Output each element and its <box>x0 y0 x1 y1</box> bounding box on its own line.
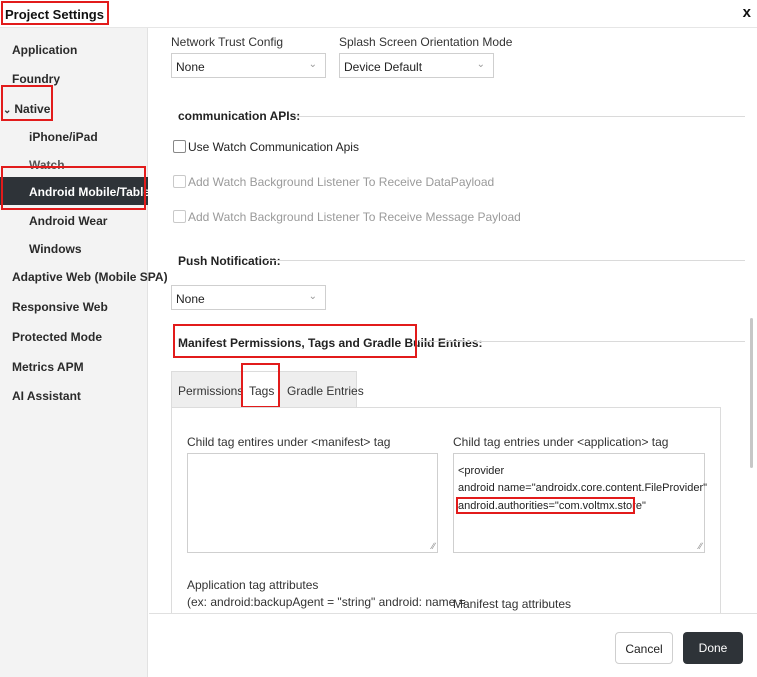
network-trust-value: None <box>176 60 205 74</box>
manifest-tag-attributes-label: Manifest tag attributes <box>453 597 572 611</box>
splash-orientation-select[interactable]: Device Default ⌄ <box>339 53 494 78</box>
sidebar-item-label: Metrics APM <box>12 360 84 374</box>
sidebar-item-label: Adaptive Web (Mobile SPA) <box>12 270 168 284</box>
network-trust-select[interactable]: None ⌄ <box>171 53 326 78</box>
checkbox-label: Add Watch Background Listener To Receive… <box>188 210 521 224</box>
communication-apis-heading: communication APIs: <box>178 109 301 123</box>
section-divider <box>265 260 745 261</box>
scrollbar-thumb[interactable] <box>750 318 753 468</box>
section-divider <box>419 341 745 342</box>
sidebar-item-label: Application <box>12 43 78 57</box>
highlight-native <box>1 85 53 121</box>
checkbox[interactable] <box>173 140 186 153</box>
sidebar-item-label: Windows <box>29 242 82 256</box>
sidebar-item-adaptive-web[interactable]: Adaptive Web (Mobile SPA) <box>0 262 168 290</box>
close-icon[interactable]: x <box>743 4 751 21</box>
sidebar-item-ai-assistant[interactable]: AI Assistant <box>0 381 148 409</box>
sidebar-item-label: Responsive Web <box>12 300 108 314</box>
sidebar-item-label: Android Wear <box>29 214 108 228</box>
highlight-authorities-line <box>456 497 635 514</box>
app-tag-attributes-label: Application tag attributes <box>187 578 319 592</box>
sidebar-item-iphone-ipad[interactable]: iPhone/iPad <box>0 122 148 150</box>
tags-panel: Child tag entires under <manifest> tag ∕… <box>171 407 721 613</box>
push-notification-select[interactable]: None ⌄ <box>171 285 326 310</box>
splash-orientation-label: Splash Screen Orientation Mode <box>339 35 513 49</box>
sidebar-item-responsive-web[interactable]: Responsive Web <box>0 292 148 320</box>
dialog-footer: Cancel Done <box>149 613 757 677</box>
child-application-label: Child tag entries under <application> ta… <box>453 435 669 449</box>
child-manifest-label: Child tag entires under <manifest> tag <box>187 435 391 449</box>
sidebar-item-windows[interactable]: Windows <box>0 234 148 262</box>
sidebar-item-label: Foundry <box>12 72 60 86</box>
cancel-button[interactable]: Cancel <box>615 632 673 664</box>
sidebar-item-android-wear[interactable]: Android Wear <box>0 206 148 234</box>
dialog-title: Project Settings <box>1 1 109 25</box>
sidebar-item-protected-mode[interactable]: Protected Mode <box>0 322 148 350</box>
push-notification-heading: Push Notification: <box>178 254 281 268</box>
highlight-android-mobile-tablet <box>1 166 146 210</box>
checkbox-label: Use Watch Communication Apis <box>188 140 359 154</box>
chevron-down-icon: ⌄ <box>308 59 317 70</box>
title-bar: Project Settings x <box>0 0 757 28</box>
section-divider <box>295 116 745 117</box>
network-trust-label: Network Trust Config <box>171 35 284 49</box>
settings-panel: Network Trust Config None ⌄ Splash Scree… <box>149 28 757 613</box>
highlight-manifest-heading <box>173 324 417 358</box>
chevron-down-icon: ⌄ <box>308 291 317 302</box>
sidebar-item-application[interactable]: Application <box>0 35 148 63</box>
splash-orientation-value: Device Default <box>344 60 423 74</box>
sidebar-item-label: iPhone/iPad <box>29 130 98 144</box>
tab-gradle-entries[interactable]: Gradle Entries <box>287 372 364 408</box>
checkbox[interactable] <box>173 175 186 188</box>
sidebar-item-label: AI Assistant <box>12 389 81 403</box>
highlight-tags-tab <box>241 363 280 408</box>
resize-handle-icon[interactable]: ∕∕ <box>699 541 702 551</box>
chevron-down-icon: ⌄ <box>476 59 485 70</box>
checkbox[interactable] <box>173 210 186 223</box>
sidebar-item-label: Protected Mode <box>12 330 103 344</box>
code-line: android name="androidx.core.content.File… <box>458 482 708 494</box>
app-tag-attributes-hint: (ex: android:backupAgent = "string" andr… <box>187 595 466 609</box>
done-button[interactable]: Done <box>683 632 743 664</box>
sidebar-item-metrics-apm[interactable]: Metrics APM <box>0 352 148 380</box>
checkbox-label: Add Watch Background Listener To Receive… <box>188 175 495 189</box>
sidebar: Application Foundry ⌄ Native iPhone/iPad … <box>0 28 168 677</box>
resize-handle-icon[interactable]: ∕∕ <box>432 541 435 551</box>
tab-permissions[interactable]: Permissions <box>178 372 243 408</box>
child-manifest-textarea[interactable]: ∕∕ <box>187 453 438 553</box>
code-line: <provider <box>458 465 505 477</box>
push-notification-value: None <box>176 292 205 306</box>
